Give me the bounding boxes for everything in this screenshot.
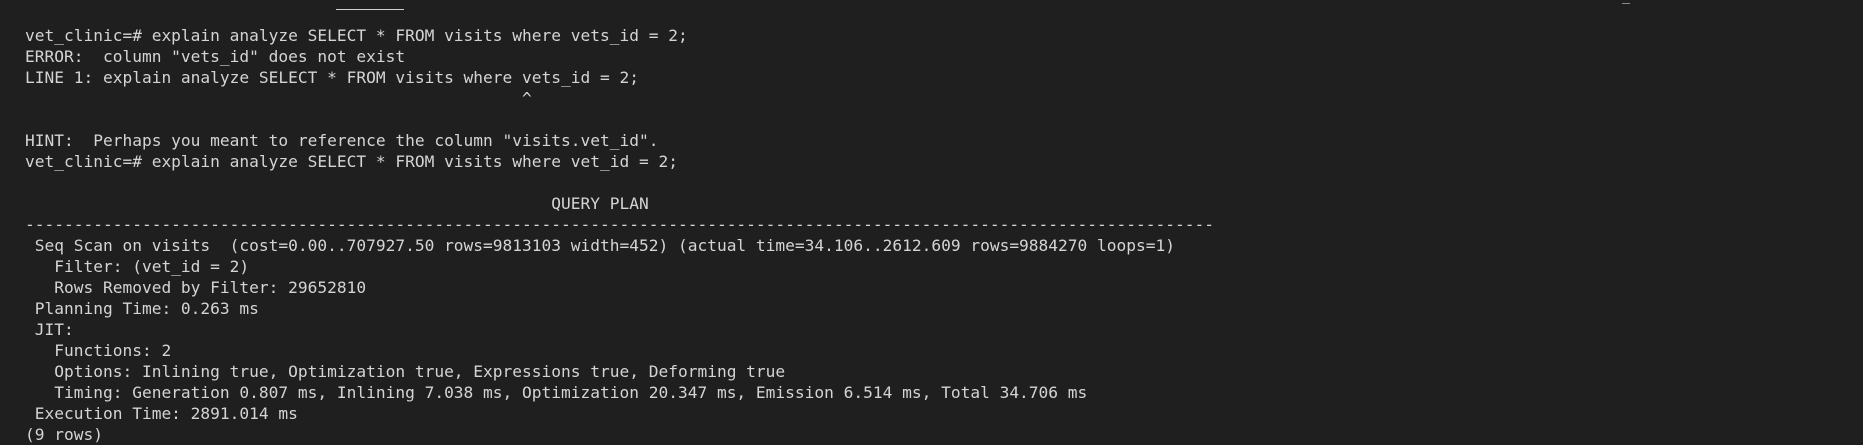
error-line: ERROR: column "vets_id" does not exist [25, 47, 406, 66]
command-line: vet_clinic=# explain analyze SELECT * FR… [25, 152, 678, 171]
command-line: vet_clinic=# explain analyze SELECT * FR… [25, 26, 688, 45]
plan-line: Timing: Generation 0.807 ms, Inlining 7.… [25, 383, 1088, 402]
hint-line: HINT: Perhaps you meant to reference the… [25, 131, 659, 150]
corner-mark [1622, 0, 1630, 4]
plan-line: Execution Time: 2891.014 ms [25, 404, 298, 423]
query-plan-separator: ----------------------------------------… [25, 215, 1214, 234]
plan-line: Filter: (vet_id = 2) [25, 257, 250, 276]
terminal-window[interactable]: vet_clinic=# explain analyze SELECT * FR… [0, 0, 1863, 444]
query-plan-header: QUERY PLAN [25, 194, 649, 213]
terminal-output: vet_clinic=# explain analyze SELECT * FR… [25, 25, 1214, 445]
plan-line: Options: Inlining true, Optimization tru… [25, 362, 786, 381]
plan-line: Rows Removed by Filter: 29652810 [25, 278, 367, 297]
top-underline-divider [336, 9, 404, 10]
row-count-line: (9 rows) [25, 425, 103, 444]
plan-line: Functions: 2 [25, 341, 172, 360]
error-caret-line: ^ [25, 89, 532, 108]
plan-line: Planning Time: 0.263 ms [25, 299, 259, 318]
error-context-line: LINE 1: explain analyze SELECT * FROM vi… [25, 68, 639, 87]
plan-line: Seq Scan on visits (cost=0.00..707927.50… [25, 236, 1175, 255]
plan-line: JIT: [25, 320, 74, 339]
